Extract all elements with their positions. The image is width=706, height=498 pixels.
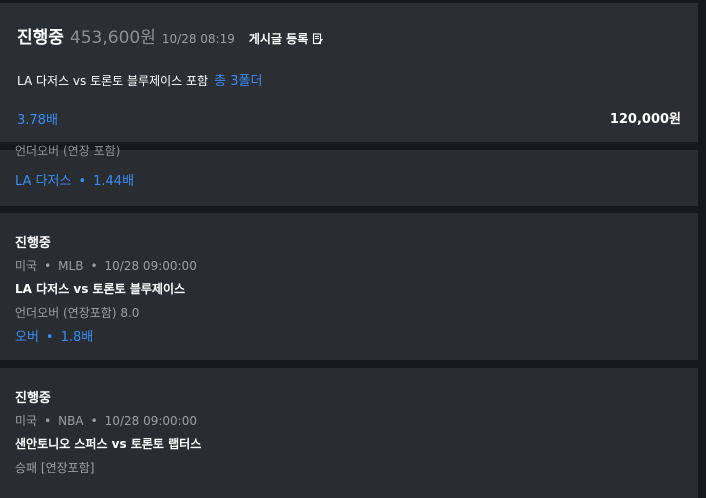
card-meta: 미국 • MLB • 10/28 09:00:00 bbox=[15, 257, 197, 274]
edit-document-icon bbox=[312, 32, 324, 45]
total-odds: 3.78배 bbox=[17, 113, 58, 128]
league: NBA bbox=[58, 414, 84, 428]
separator-dot: • bbox=[90, 414, 98, 428]
match-title: LA 다저스 vs 토론토 블루제이스 bbox=[15, 282, 186, 296]
match-title: 샌안토니오 스퍼스 vs 토론토 랩터스 bbox=[15, 437, 202, 451]
card-meta: 미국 • NBA • 10/28 09:00:00 bbox=[15, 412, 197, 429]
country: 미국 bbox=[15, 259, 38, 273]
bet-datetime: 10/28 08:19 bbox=[161, 32, 235, 46]
separator-dot: • bbox=[78, 174, 87, 189]
bet-market: 언더오버 (연장포함) 8.0 bbox=[15, 306, 140, 320]
post-register-button[interactable]: 게시글 등록 bbox=[249, 30, 324, 47]
bet-card: 진행중 미국 • MLB • 10/28 09:00:00 LA 다저스 vs 토론토 … bbox=[0, 213, 698, 360]
summary-match-line: LA 다저스 vs 토론토 블루제이스 포함 총 3폴더 bbox=[17, 70, 262, 89]
pick-odds: 1.44배 bbox=[93, 174, 135, 189]
bet-market: 승패 [연장포함] bbox=[15, 461, 95, 475]
summary-top-row: 진행중 453,600원 10/28 08:19 게시글 등록 bbox=[17, 23, 324, 48]
country: 미국 bbox=[15, 414, 38, 428]
bet-summary-panel: 진행중 453,600원 10/28 08:19 게시글 등록 LA 다저스 v… bbox=[0, 3, 698, 142]
bet-amount: 453,600원 bbox=[69, 28, 156, 48]
folder-count: 총 3폴더 bbox=[214, 74, 263, 89]
card-status: 진행중 bbox=[15, 391, 51, 406]
post-register-label: 게시글 등록 bbox=[248, 32, 309, 46]
stake-amount: 120,000원 bbox=[609, 112, 681, 127]
bet-market: 언더오버 (연장 포함) bbox=[15, 144, 121, 158]
bet-pick: LA 다저스 • 1.44배 bbox=[15, 170, 134, 189]
pick-name: LA 다저스 bbox=[15, 174, 72, 189]
card-status: 진행중 bbox=[15, 236, 51, 251]
match-datetime: 10/28 09:00:00 bbox=[104, 414, 197, 428]
separator-dot: • bbox=[44, 414, 52, 428]
separator-dot: • bbox=[45, 330, 54, 345]
match-datetime: 10/28 09:00:00 bbox=[104, 259, 197, 273]
pick-odds: 1.8배 bbox=[60, 330, 94, 345]
separator-dot: • bbox=[44, 259, 52, 273]
bet-card: 언더오버 (연장 포함) LA 다저스 • 1.44배 bbox=[0, 144, 698, 206]
bet-card: 진행중 미국 • NBA • 10/28 09:00:00 샌안토니오 스퍼스 vs 토… bbox=[0, 368, 698, 498]
separator-dot: • bbox=[90, 259, 98, 273]
summary-match-text: LA 다저스 vs 토론토 블루제이스 포함 bbox=[17, 74, 209, 88]
bet-pick: 오버 • 1.8배 bbox=[15, 326, 93, 345]
bet-status: 진행중 bbox=[17, 28, 64, 48]
league: MLB bbox=[58, 259, 84, 273]
pick-name: 오버 bbox=[15, 330, 39, 345]
